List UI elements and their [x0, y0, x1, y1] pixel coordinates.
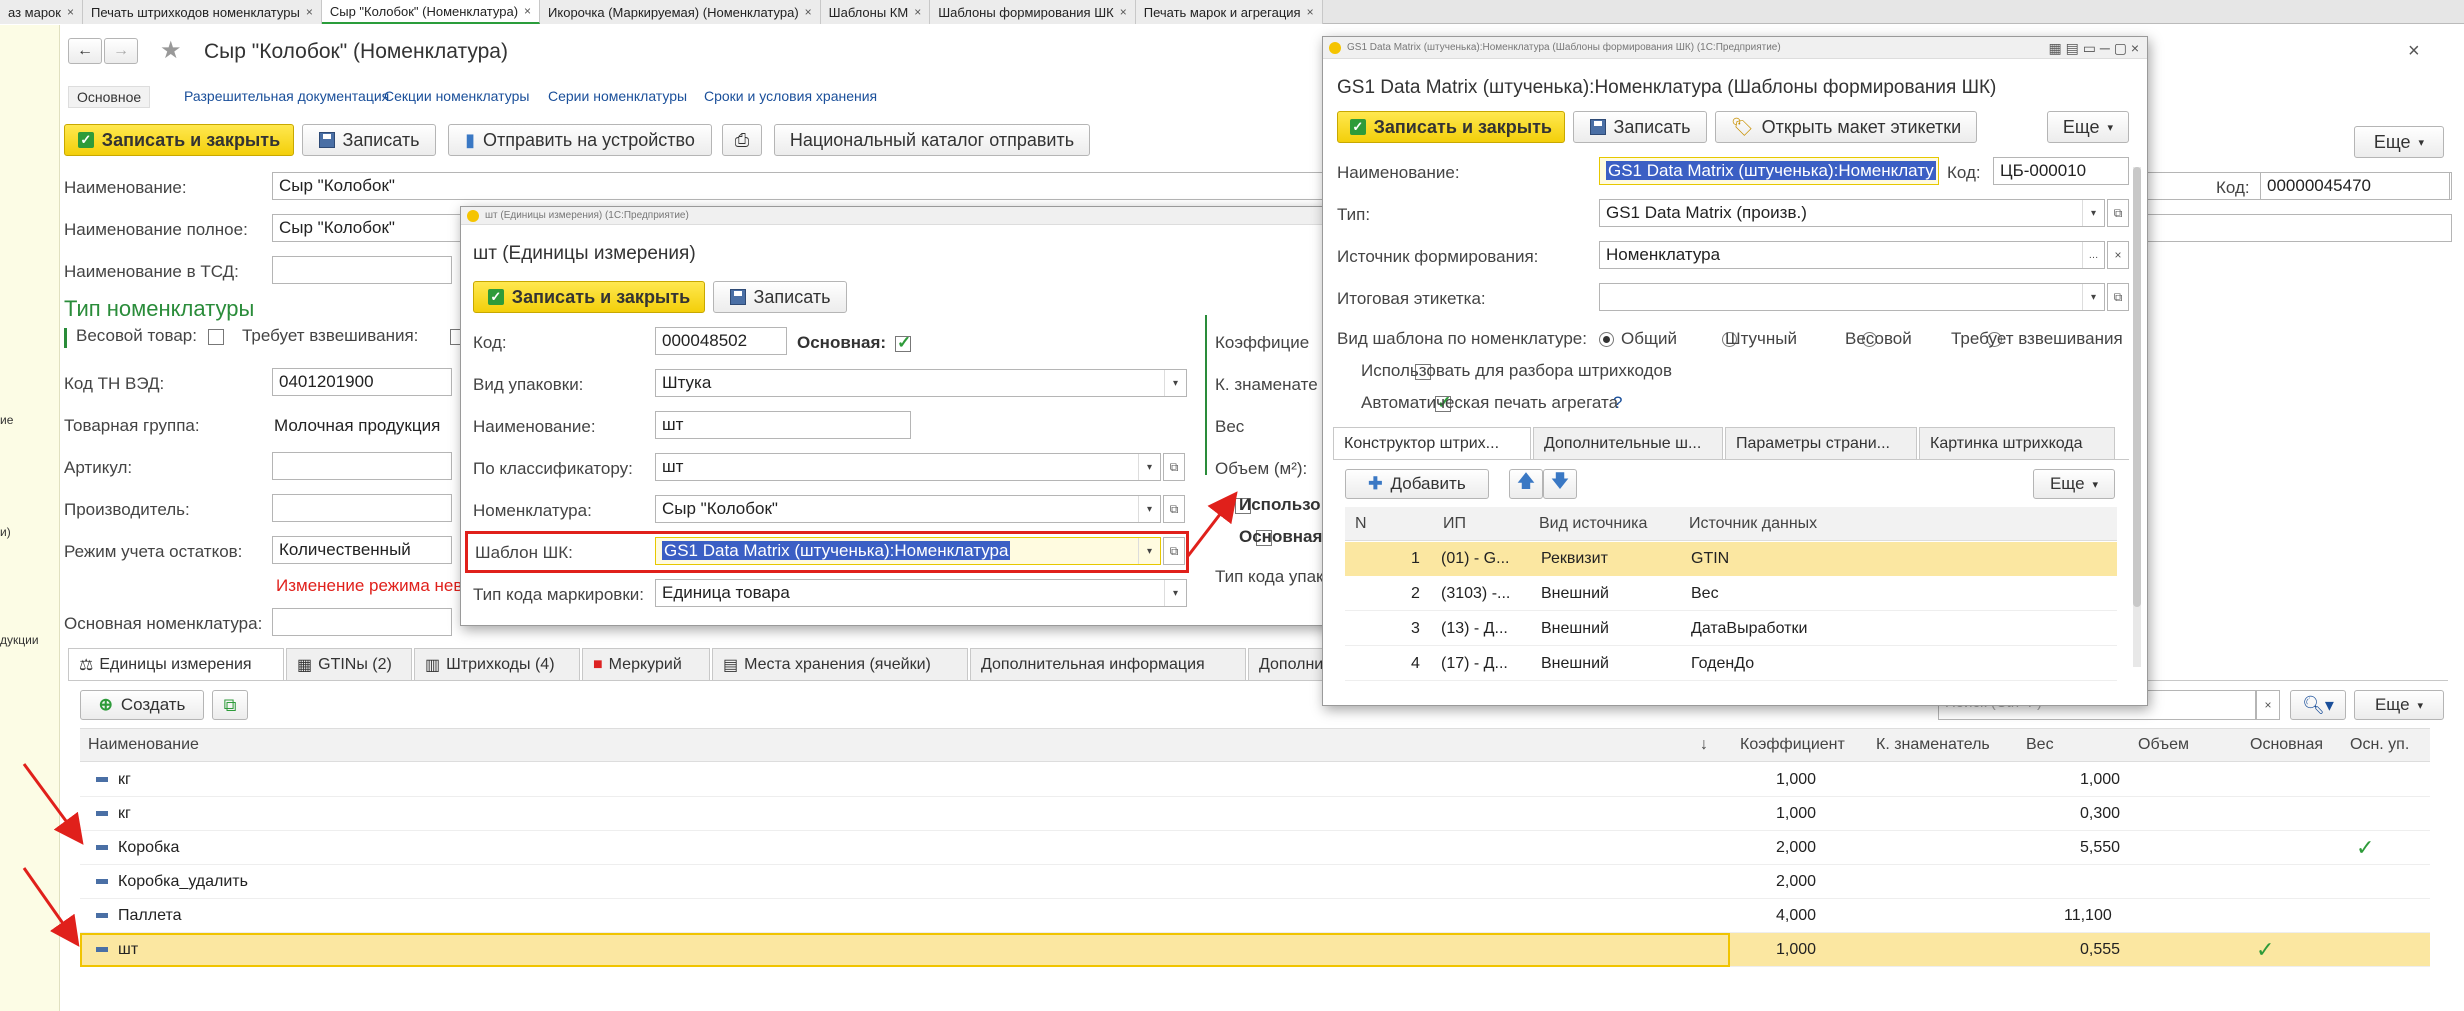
arrow-to-box-row	[22, 763, 84, 845]
arrow-to-piece-row	[22, 867, 80, 947]
arrow-to-template	[1186, 491, 1238, 557]
annotation-arrows	[22, 491, 1238, 947]
